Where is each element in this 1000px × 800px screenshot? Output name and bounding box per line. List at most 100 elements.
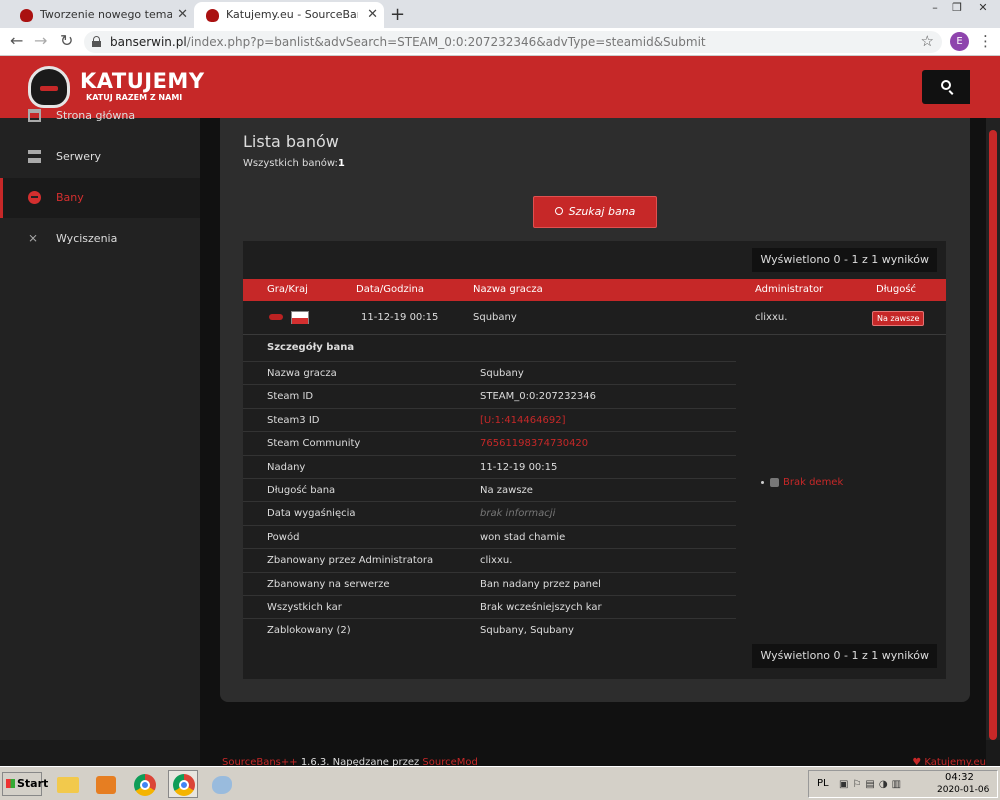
taskbar-chrome-2[interactable]: [168, 770, 198, 798]
browser-menu-icon[interactable]: ⋮: [978, 32, 993, 50]
taskbar-chrome-1[interactable]: [129, 770, 159, 798]
site-footer: SourceBans++ 1.6.3. Napędzane przez Sour…: [200, 740, 986, 766]
search-ban-button[interactable]: Szukaj bana: [533, 196, 657, 228]
tab-tworzenie-tematu[interactable]: Tworzenie nowego tematu - Katujemy ✕: [8, 2, 194, 28]
sidebar-item-label: Serwery: [56, 150, 102, 163]
logo-title[interactable]: KATUJEMY: [80, 69, 205, 93]
folder-icon: [57, 777, 79, 793]
mute-icon: ⨯: [28, 231, 39, 245]
tab-title: Tworzenie nowego tematu - Katujemy: [40, 8, 172, 21]
sidebar-item-home[interactable]: Strona główna: [0, 96, 200, 136]
column-header: Data/Godzina: [356, 284, 424, 295]
column-header: Gra/Kraj: [267, 284, 308, 295]
sourcebans-link[interactable]: SourceBans++: [222, 757, 298, 766]
paint-icon: [212, 776, 232, 794]
chrome-icon: [134, 774, 156, 796]
detail-row: Data wygaśnięcia brak informacji: [243, 501, 736, 524]
server-icon: [28, 150, 41, 163]
main-content: Lista banów Wszystkich banów:1 Szukaj ba…: [200, 118, 986, 740]
player-name: Squbany: [473, 312, 517, 323]
column-header: Długość: [876, 284, 917, 295]
close-tab-icon[interactable]: ✕: [177, 2, 188, 28]
clock-time: 04:32: [945, 772, 974, 783]
taskbar-paint[interactable]: [206, 770, 236, 798]
page-scrollbar[interactable]: [986, 118, 1000, 740]
detail-row: Steam Community 76561198374730420: [243, 431, 736, 454]
page-title: Lista banów: [243, 132, 339, 151]
column-header: Administrator: [755, 284, 824, 295]
back-arrow-icon[interactable]: ←: [10, 31, 23, 50]
ban-details: Nazwa gracza Squbany Steam ID STEAM_0:0:20…: [243, 361, 736, 642]
url-text: banserwin.pl/index.php?p=banlist&advSear…: [110, 35, 706, 49]
steam-community-link[interactable]: 76561198374730420: [480, 432, 588, 455]
search-icon: [554, 207, 563, 215]
close-window-button[interactable]: ✕: [970, 0, 996, 18]
lock-icon: [92, 36, 101, 47]
results-count-bottom: Wyświetlono 0 - 1 z 1 wyników: [752, 644, 937, 668]
browser-tab-bar: Tworzenie nowego tematu - Katujemy ✕ Kat…: [0, 0, 1000, 28]
close-tab-icon[interactable]: ✕: [367, 2, 378, 28]
sidebar-item-servers[interactable]: Serwery: [0, 137, 200, 177]
chrome-icon: [173, 774, 195, 796]
poland-flag-icon: [291, 311, 309, 324]
results-count-top: Wyświetlono 0 - 1 z 1 wyników: [752, 248, 937, 272]
sidebar-item-label: Strona główna: [56, 109, 136, 122]
details-title: Szczegóły bana: [267, 342, 355, 353]
steam3-id-link[interactable]: [U:1:414464692]: [480, 409, 565, 432]
header-search-button[interactable]: [922, 70, 974, 104]
sidebar-item-label: Wyciszenia: [56, 232, 118, 245]
table-row[interactable]: 11-12-19 00:15 Squbany clixxu. Na zawsze: [243, 301, 946, 335]
column-header: Nazwa gracza: [473, 284, 543, 295]
ban-icon: [28, 191, 41, 204]
detail-row: Steam ID STEAM_0:0:207232346: [243, 384, 736, 407]
media-player-icon: [96, 776, 116, 794]
detail-row: Wszystkich kar Brak wcześniejszych kar: [243, 594, 736, 618]
site-favicon-icon: [20, 9, 33, 22]
url-field[interactable]: banserwin.pl/index.php?p=banlist&advSear…: [84, 31, 942, 53]
game-icon: [269, 314, 283, 320]
minimize-button[interactable]: –: [924, 0, 946, 18]
windows-logo-icon: [6, 779, 15, 788]
bookmark-star-icon[interactable]: ☆: [921, 32, 934, 50]
detail-row: Zbanowany przez Administratora clixxu.: [243, 548, 736, 571]
sourcemod-link[interactable]: SourceMod: [422, 757, 477, 766]
home-icon: [28, 109, 41, 122]
detail-row: Zablokowany (2) Squbany, Squbany: [243, 618, 736, 641]
admin-name: clixxu.: [755, 312, 788, 323]
tray-icons[interactable]: ▣⚐▤◑▥: [839, 779, 905, 790]
detail-row: Długość bana Na zawsze: [243, 477, 736, 501]
reload-icon[interactable]: ↻: [60, 31, 73, 50]
forward-arrow-icon[interactable]: →: [34, 31, 47, 50]
bans-count: Wszystkich banów:1: [243, 158, 345, 169]
sidebar-item-bans[interactable]: Bany: [0, 178, 200, 218]
search-icon: [941, 80, 951, 90]
detail-row: Zbanowany na serwerze Ban nadany przez pa…: [243, 571, 736, 595]
sidebar-item-label: Bany: [56, 191, 84, 204]
profile-avatar[interactable]: E: [950, 32, 969, 51]
length-badge: Na zawsze: [872, 311, 925, 326]
katujemy-footer-link[interactable]: ♥ Katujemy.eu: [912, 740, 986, 766]
detail-row: Steam3 ID [U:1:414464692]: [243, 407, 736, 432]
detail-row: Nadany 11-12-19 00:15: [243, 454, 736, 478]
tab-title: Katujemy.eu - SourceBans: [226, 8, 358, 21]
new-tab-button[interactable]: +: [390, 2, 405, 28]
ban-table-card: Wyświetlono 0 - 1 z 1 wyników Gra/Kraj D…: [243, 241, 946, 679]
site-favicon-icon: [206, 9, 219, 22]
table-header: Gra/Kraj Data/Godzina Nazwa gracza Admin…: [243, 279, 946, 301]
demos-list[interactable]: Brak demek: [761, 477, 843, 488]
sidebar: Strona główna Serwery Bany ⨯ Wyciszenia: [0, 109, 200, 740]
detail-row: Nazwa gracza Squbany: [243, 361, 736, 384]
ban-list-panel: Lista banów Wszystkich banów:1 Szukaj ba…: [220, 118, 970, 702]
taskbar-explorer[interactable]: [52, 770, 82, 798]
restore-button[interactable]: ❐: [946, 0, 968, 18]
demo-icon: [770, 477, 779, 487]
start-button[interactable]: Start: [2, 772, 48, 796]
sidebar-item-mutes[interactable]: ⨯ Wyciszenia: [0, 219, 200, 259]
windows-taskbar: Start PL ▣⚐▤◑▥ 04:32 2020-01-06: [0, 766, 1000, 800]
tab-sourcebans[interactable]: Katujemy.eu - SourceBans ✕: [194, 2, 384, 28]
taskbar-media-player[interactable]: [90, 770, 120, 798]
ban-date: 11-12-19 00:15: [361, 312, 439, 323]
language-indicator[interactable]: PL: [817, 778, 829, 789]
clock-date: 2020-01-06: [937, 785, 990, 795]
address-bar: ← → ↻ banserwin.pl/index.php?p=banlist&a…: [0, 28, 1000, 56]
